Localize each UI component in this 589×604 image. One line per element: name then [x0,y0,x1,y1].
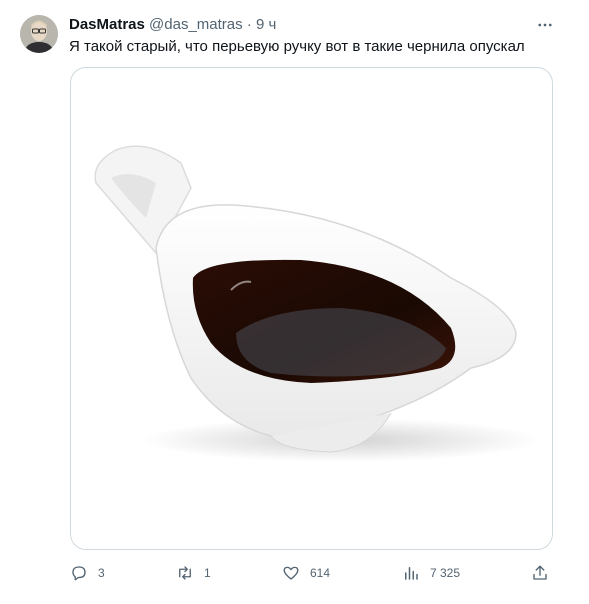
tweet: DasMatras @das_matras · 9 ч Я такой стар… [0,0,589,604]
author-name[interactable]: DasMatras [69,16,145,33]
retweet-count: 1 [204,566,211,580]
views-button[interactable]: 7 325 [402,562,460,584]
heart-icon [283,566,299,580]
avatar-image [20,15,58,53]
header-separator: · [246,16,252,33]
retweet-icon [179,566,191,580]
share-button[interactable] [531,562,549,584]
more-horizontal-icon [538,23,552,27]
author-handle[interactable]: @das_matras [149,16,243,33]
tweet-media[interactable] [70,67,553,550]
tweet-time[interactable]: 9 ч [256,16,276,33]
avatar[interactable] [20,15,58,53]
gravy-boat-with-ink-image [94,145,541,462]
like-count: 614 [310,566,331,580]
tweet-actions: 3 1 614 7 325 [0,562,589,584]
reply-count: 3 [98,566,105,580]
views-bar-chart-icon [405,567,418,580]
more-options-button[interactable] [535,15,555,35]
tweet-header: DasMatras @das_matras · 9 ч [69,16,276,33]
reply-icon [72,566,86,581]
share-icon [533,565,547,580]
tweet-text: Я такой старый, что перьевую ручку вот в… [69,38,525,55]
like-button[interactable]: 614 [282,562,330,584]
retweet-button[interactable]: 1 [176,562,211,584]
views-count: 7 325 [430,566,461,580]
reply-button[interactable]: 3 [70,562,105,584]
